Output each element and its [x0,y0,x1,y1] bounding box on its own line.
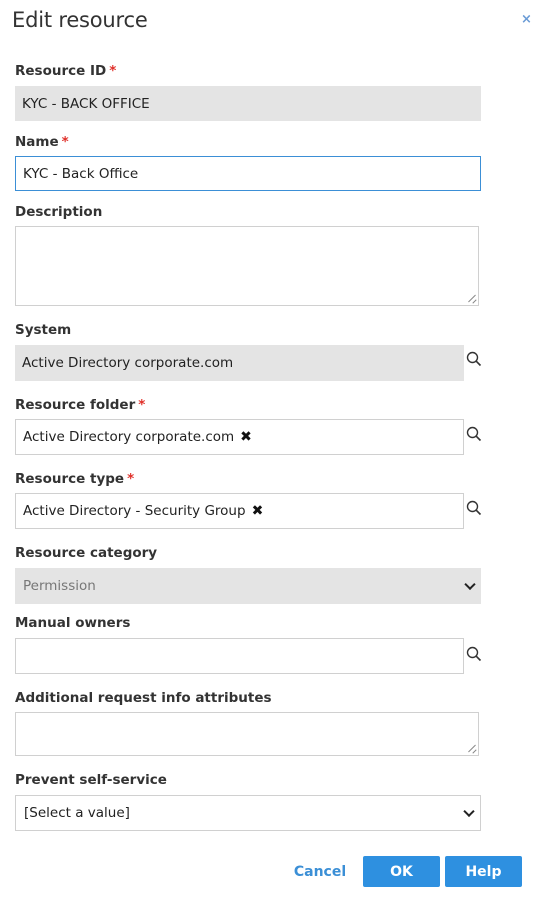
remove-icon[interactable]: ✖ [240,429,252,445]
resource-id-label: Resource ID * [15,63,117,79]
resource-folder-chip: Active Directory corporate.com ✖ [23,429,252,445]
help-button[interactable]: Help [445,856,522,887]
required-mark: * [138,397,146,413]
resource-folder-field[interactable]: Active Directory corporate.com ✖ [15,419,464,455]
resource-folder-label: Resource folder * [15,397,146,413]
additional-info-label: Additional request info attributes [15,690,272,706]
system-label: System [15,322,72,338]
resource-category-select: Permission [15,568,481,604]
cancel-button[interactable]: Cancel [288,856,352,887]
resource-type-label: Resource type * [15,471,135,487]
chevron-down-icon [464,578,476,591]
manual-owners-field[interactable] [15,638,464,674]
dialog-title: Edit resource [12,8,148,32]
prevent-self-service-label: Prevent self-service [15,772,167,788]
resource-category-label: Resource category [15,545,158,561]
search-icon[interactable] [466,500,482,516]
required-mark: * [109,63,117,79]
description-label: Description [15,204,103,220]
resize-grip-icon[interactable] [467,744,476,753]
remove-icon[interactable]: ✖ [252,503,264,519]
required-mark: * [127,471,135,487]
system-field: Active Directory corporate.com [15,345,464,381]
description-textarea[interactable] [15,226,479,306]
search-icon[interactable] [466,351,482,367]
resource-id-field: KYC - BACK OFFICE [15,86,481,121]
required-mark: * [61,134,69,150]
close-icon[interactable]: × [521,12,532,27]
resource-type-chip: Active Directory - Security Group ✖ [23,503,264,519]
manual-owners-label: Manual owners [15,615,131,631]
search-icon[interactable] [466,646,482,662]
prevent-self-service-select[interactable]: [Select a value] [15,795,481,831]
ok-button[interactable]: OK [363,856,440,887]
resize-grip-icon[interactable] [467,294,476,303]
search-icon[interactable] [466,426,482,442]
name-field[interactable]: KYC - Back Office [15,156,481,191]
chevron-down-icon [463,805,475,818]
additional-info-textarea[interactable] [15,712,479,756]
name-label: Name * [15,134,69,150]
resource-type-field[interactable]: Active Directory - Security Group ✖ [15,493,464,529]
